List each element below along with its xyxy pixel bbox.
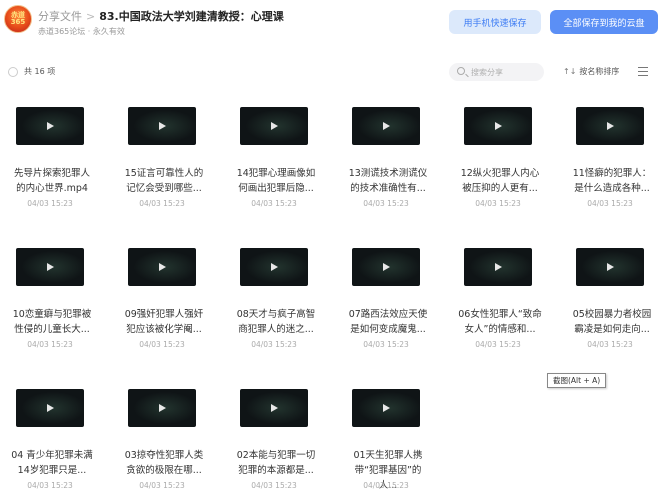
file-date: 04/03 15:23 [587, 340, 633, 349]
play-icon [495, 122, 502, 130]
play-icon [383, 404, 390, 412]
video-thumbnail[interactable] [352, 389, 420, 427]
file-name[interactable]: 12纵火犯罪人内心被压抑的人更有... [458, 166, 542, 196]
search-placeholder: 搜索分享 [471, 68, 503, 77]
video-thumbnail[interactable] [352, 248, 420, 286]
file-date: 04/03 15:23 [475, 199, 521, 208]
video-thumbnail[interactable] [240, 248, 308, 286]
file-date: 04/03 15:23 [139, 340, 185, 349]
file-date: 04/03 15:23 [251, 481, 297, 490]
select-all-checkbox[interactable] [8, 67, 18, 77]
video-thumbnail[interactable] [576, 107, 644, 145]
video-thumbnail[interactable] [128, 389, 196, 427]
sort-label: 按名称排序 [579, 67, 620, 76]
file-date: 04/03 15:23 [27, 199, 73, 208]
file-name[interactable]: 15证言可靠性人的记忆会受到哪些... [122, 166, 206, 196]
play-icon [47, 404, 54, 412]
play-icon [383, 263, 390, 271]
avatar[interactable]: 赤道 365 [4, 5, 32, 33]
file-date: 04/03 15:23 [139, 481, 185, 490]
play-icon [47, 263, 54, 271]
save-all-button[interactable]: 全部保存到我的云盘 [550, 10, 658, 34]
search-input[interactable]: 搜索分享 [449, 63, 544, 81]
share-subtitle: 赤道365论坛 · 永久有效 [38, 27, 125, 36]
play-icon [383, 122, 390, 130]
file-name[interactable]: 02本能与犯罪一切犯罪的本源都是... [234, 448, 318, 478]
video-thumbnail[interactable] [576, 248, 644, 286]
play-icon [47, 122, 54, 130]
file-date: 04/03 15:23 [475, 340, 521, 349]
file-name[interactable]: 14犯罪心理画像如何画出犯罪后隐... [234, 166, 318, 196]
breadcrumb-root[interactable]: 分享文件 [38, 10, 82, 23]
breadcrumb-separator: > [86, 10, 96, 23]
play-icon [271, 404, 278, 412]
file-name[interactable]: 13测谎技术测谎仪的技术准确性有... [346, 166, 430, 196]
file-date: 04/03 15:23 [363, 340, 409, 349]
play-icon [271, 263, 278, 271]
sort-button[interactable]: ↑↓ 按名称排序 [563, 66, 619, 77]
file-date: 04/03 15:23 [251, 340, 297, 349]
play-icon [271, 122, 278, 130]
video-thumbnail[interactable] [16, 248, 84, 286]
item-count: 共 16 项 [24, 67, 56, 76]
video-thumbnail[interactable] [464, 248, 532, 286]
file-name[interactable]: 03掠夺性犯罪人类贪欲的极限在哪... [122, 448, 206, 478]
file-name[interactable]: 04 青少年犯罪未满14岁犯罪只是... [10, 448, 94, 478]
sort-icon: ↑↓ [563, 67, 577, 76]
file-date: 04/03 15:23 [363, 199, 409, 208]
file-name[interactable]: 09强奸犯罪人强奸犯应该被化学阉... [122, 307, 206, 337]
play-icon [607, 263, 614, 271]
play-icon [159, 404, 166, 412]
file-name[interactable]: 05校园暴力者校园霸凌是如何走向... [570, 307, 654, 337]
file-date: 04/03 15:23 [251, 199, 297, 208]
file-name[interactable]: 07路西法效应天使是如何变成魔鬼... [346, 307, 430, 337]
video-thumbnail[interactable] [16, 107, 84, 145]
video-thumbnail[interactable] [128, 248, 196, 286]
play-icon [495, 263, 502, 271]
list-view-icon[interactable] [638, 67, 648, 76]
page-title: 83.中国政法大学刘建清教授：心理课 [99, 10, 284, 23]
video-thumbnail[interactable] [352, 107, 420, 145]
video-thumbnail[interactable] [464, 107, 532, 145]
video-thumbnail[interactable] [240, 389, 308, 427]
play-icon [607, 122, 614, 130]
phone-save-button[interactable]: 用手机快速保存 [449, 10, 541, 34]
play-icon [159, 122, 166, 130]
breadcrumb: 分享文件 >83.中国政法大学刘建清教授：心理课 [38, 8, 284, 24]
video-thumbnail[interactable] [16, 389, 84, 427]
file-date: 04/03 15:23 [27, 340, 73, 349]
file-date: 04/03 15:23 [139, 199, 185, 208]
play-icon [159, 263, 166, 271]
search-icon [457, 67, 465, 75]
video-thumbnail[interactable] [128, 107, 196, 145]
file-date: 04/03 15:23 [587, 199, 633, 208]
file-name[interactable]: 11怪癖的犯罪人：是什么造成各种... [570, 166, 654, 196]
video-thumbnail[interactable] [240, 107, 308, 145]
file-name[interactable]: 先导片探索犯罪人的内心世界.mp4 [10, 166, 94, 196]
file-date: 04/03 15:23 [363, 481, 409, 490]
file-date: 04/03 15:23 [27, 481, 73, 490]
file-toolbar: 共 16 项 搜索分享 ↑↓ 按名称排序 [0, 62, 661, 82]
screenshot-tooltip: 截图(Alt + A) [547, 373, 607, 388]
share-header: 赤道 365 分享文件 >83.中国政法大学刘建清教授：心理课 赤道365论坛 · … [0, 0, 661, 50]
file-name[interactable]: 08天才与疯子高智商犯罪人的迷之... [234, 307, 318, 337]
file-name[interactable]: 10恋童癖与犯罪被性侵的儿童长大... [10, 307, 94, 337]
file-name[interactable]: 06女性犯罪人“致命女人”的情感和... [458, 307, 542, 337]
